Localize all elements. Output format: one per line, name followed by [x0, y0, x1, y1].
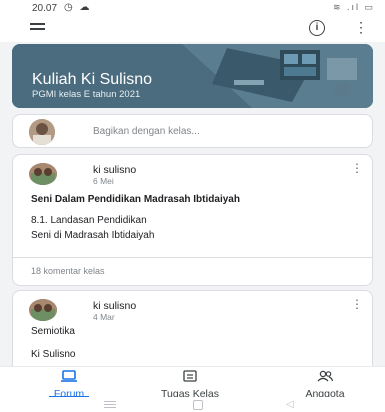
- post-more-icon[interactable]: ⋮: [351, 298, 363, 310]
- home-icon[interactable]: [193, 400, 203, 410]
- notification-icons: ◷ ☁: [64, 2, 92, 13]
- menu-icon[interactable]: [30, 21, 46, 35]
- post-body-line: 8.1. Landasan Pendidikan: [31, 215, 147, 226]
- system-navigation-bar: ◁: [0, 397, 385, 412]
- class-section: PGMI kelas E tahun 2021: [32, 89, 141, 100]
- recents-icon[interactable]: [104, 401, 116, 408]
- forum-icon: [61, 370, 77, 382]
- author-avatar: [29, 163, 57, 185]
- post-title: Seni Dalam Pendidikan Madrasah Ibtidaiya…: [31, 194, 240, 205]
- post-card[interactable]: ki sulisno 6 Mei ⋮ Seni Dalam Pendidikan…: [12, 154, 373, 286]
- back-icon[interactable]: ◁: [286, 399, 294, 410]
- share-with-class[interactable]: Bagikan dengan kelas...: [12, 114, 373, 148]
- author-avatar: [29, 299, 57, 321]
- class-title: Kuliah Ki Sulisno: [32, 71, 153, 88]
- post-body-line: Semiotika: [31, 326, 75, 337]
- bottom-navigation: Forum Tugas Kelas Anggota: [0, 366, 385, 400]
- post-body-line: Ki Sulisno: [31, 349, 76, 360]
- people-icon: [317, 370, 334, 382]
- post-body-line: Seni di Madrasah Ibtidaiyah: [31, 230, 155, 241]
- class-comments-link[interactable]: 18 komentar kelas: [31, 266, 105, 276]
- user-avatar: [29, 119, 55, 145]
- class-banner[interactable]: Kuliah Ki Sulisno PGMI kelas E tahun 202…: [12, 44, 373, 108]
- tab-people[interactable]: Anggota: [294, 369, 356, 400]
- post-card[interactable]: ki sulisno 4 Mar ⋮ Semiotika Ki Sulisno: [12, 290, 373, 370]
- post-author: ki sulisno: [93, 164, 137, 176]
- status-time: 20.07: [32, 3, 58, 14]
- divider: [13, 257, 372, 258]
- tab-classwork[interactable]: Tugas Kelas: [150, 369, 230, 400]
- post-date: 4 Mar: [93, 312, 115, 322]
- more-options-icon[interactable]: ⋮: [354, 19, 368, 35]
- share-placeholder: Bagikan dengan kelas...: [93, 126, 200, 137]
- signal-battery-icons: ≋ .ıl ▭: [332, 2, 375, 12]
- post-author: ki sulisno: [93, 300, 137, 312]
- status-bar: 20.07 ◷ ☁ ≋ .ıl ▭: [0, 0, 385, 18]
- post-more-icon[interactable]: ⋮: [351, 162, 363, 174]
- app-bar: i ⋮: [0, 18, 385, 42]
- info-icon[interactable]: i: [309, 20, 325, 36]
- classwork-icon: [183, 370, 197, 382]
- post-date: 6 Mei: [93, 176, 114, 186]
